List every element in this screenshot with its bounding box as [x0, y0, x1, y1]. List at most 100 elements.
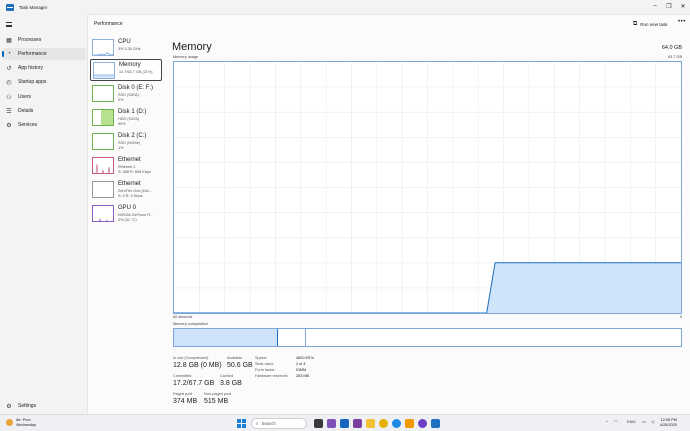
in-use-label: In use (Compressed) [173, 356, 209, 360]
device-throughput: S: 0 R: 0 Kbps [118, 194, 143, 198]
zerotier-thumbnail-graph [92, 181, 114, 198]
device-usage: 99% [118, 122, 126, 126]
device-usage: 0% [118, 98, 124, 102]
device-cpu[interactable]: CPU 3% 3.30 GHz [90, 37, 162, 59]
minimize-button[interactable]: – [648, 0, 662, 12]
device-name: GPU 0 [118, 205, 137, 211]
memory-thumbnail-graph [93, 62, 115, 79]
volume-icon[interactable]: ◁ [651, 419, 654, 424]
committed-value: 17.2/67.7 GB [173, 380, 215, 387]
device-disk-0[interactable]: Disk 0 (E: F:) SSD (SATA) 0% [90, 83, 162, 105]
cached-value: 3.8 GB [220, 380, 242, 387]
taskbar-clock[interactable]: 12:05 PM 4/28/2025 [660, 418, 677, 428]
device-usage: 1% [118, 146, 124, 150]
file-explorer-icon[interactable] [366, 419, 375, 428]
device-detail: SSD (SATA) [118, 93, 139, 97]
maximize-button[interactable]: ❐ [662, 0, 676, 12]
device-name: Disk 0 (E: F:) [118, 85, 154, 91]
taskbar: Air: Poor Wednesday ⌕ Search ^ ◠ ENG ▭ ◁… [0, 414, 690, 431]
startup-speedometer-icon: ◴ [6, 79, 12, 86]
app-icon[interactable] [418, 419, 427, 428]
input-language[interactable]: ENG [627, 419, 636, 424]
task-view-icon[interactable] [314, 419, 323, 428]
device-disk-2[interactable]: Disk 2 (C:) SSD (NVMe) 1% [90, 131, 162, 153]
nav-item-label: Services [18, 122, 38, 128]
nav-item-users[interactable]: ⚇ Users [2, 91, 86, 103]
nav-item-app-history[interactable]: ↺ App history [2, 62, 86, 74]
cached-label: Cached [220, 374, 234, 378]
app-icon[interactable] [405, 419, 414, 428]
composition-in-use [174, 329, 278, 346]
spec-value: 4800 MT/s [296, 356, 314, 360]
spec-value: 283 MB [296, 374, 310, 378]
performance-chart-icon: ◔ [7, 51, 11, 57]
start-button-windows-icon[interactable] [237, 419, 246, 428]
memory-composition-bar [173, 328, 682, 347]
users-icon: ⚇ [6, 94, 12, 101]
available-value: 50.6 GB [227, 362, 253, 369]
device-memory[interactable]: Memory 12.7/63.7 GB (21%) [90, 59, 162, 81]
nav-item-settings[interactable]: ⚙ Settings [2, 400, 86, 412]
ethernet-thumbnail-graph [92, 157, 114, 174]
memory-composition-label: Memory composition [173, 322, 209, 326]
nav-item-label: Settings [18, 403, 37, 409]
app-icon[interactable] [340, 419, 349, 428]
nav-item-label: Details [18, 108, 34, 114]
nav-item-label: App history [18, 65, 44, 71]
nav-item-performance[interactable]: ◔ Performance [2, 48, 86, 60]
committed-label: Committed [173, 374, 192, 378]
device-ethernet-2[interactable]: Ethernet Ethernet 2 S: 368 R: 608 Kbps [90, 155, 162, 177]
close-button[interactable]: ✕ [676, 0, 690, 12]
nav-item-label: Startup apps [18, 79, 47, 85]
performance-panel: Performance ⧉ Run new task ••• CPU 3% 3.… [87, 14, 690, 414]
sidebar: ▦ Processes ◔ Performance ↺ App history … [0, 14, 87, 414]
weather-day: Wednesday [16, 422, 36, 427]
more-options-button[interactable]: ••• [678, 19, 686, 25]
device-detail: Ethernet 2 [118, 165, 136, 169]
run-new-task-button[interactable]: ⧉ Run new task [633, 21, 668, 28]
services-gear-icon: ⚙ [6, 122, 12, 129]
nav-item-label: Users [18, 94, 32, 100]
chrome-icon[interactable] [379, 419, 388, 428]
available-label: Available [227, 356, 243, 360]
device-name: Disk 2 (C:) [118, 133, 147, 139]
disk-1-thumbnail-graph [92, 109, 114, 126]
run-task-icon: ⧉ [633, 21, 638, 27]
spec-value: 2 of 4 [296, 362, 306, 366]
teams-app-icon[interactable] [327, 419, 336, 428]
network-icon[interactable]: ▭ [642, 419, 646, 424]
task-manager-taskbar-icon[interactable] [431, 419, 440, 428]
nav-item-details[interactable]: ☰ Details [2, 105, 86, 117]
device-detail: HDD (SATA) [118, 117, 140, 121]
history-clock-icon: ↺ [6, 65, 12, 72]
device-disk-1[interactable]: Disk 1 (D:) HDD (SATA) 99% [90, 107, 162, 129]
device-detail: 3% 3.30 GHz [118, 47, 141, 51]
tray-overflow-chevron-icon[interactable]: ^ [606, 419, 608, 424]
device-ethernet-zerotier[interactable]: Ethernet ZeroTier One [43e... S: 0 R: 0 … [90, 179, 162, 201]
nav-item-services[interactable]: ⚙ Services [2, 119, 86, 131]
weather-widget[interactable]: Air: Poor Wednesday [6, 418, 36, 427]
title-bar: Task Manager – ❐ ✕ [0, 0, 690, 14]
device-detail: SSD (NVMe) [118, 141, 140, 145]
hamburger-menu-icon[interactable] [6, 22, 12, 27]
composition-modified [278, 329, 306, 346]
app-icon[interactable] [353, 419, 362, 428]
taskbar-search-box[interactable]: ⌕ Search [251, 418, 307, 429]
device-name: Ethernet [118, 157, 141, 163]
edge-icon[interactable] [392, 419, 401, 428]
wifi-icon[interactable]: ◠ [614, 419, 618, 424]
nav-item-startup-apps[interactable]: ◴ Startup apps [2, 76, 86, 88]
nav-item-processes[interactable]: ▦ Processes [2, 34, 86, 46]
device-gpu-0[interactable]: GPU 0 NVIDIA GeForce R... 2% (31 °C) [90, 203, 162, 225]
spec-key: Form factor: [255, 368, 276, 372]
non-paged-pool-value: 515 MB [204, 398, 229, 405]
device-name: Memory [119, 62, 141, 68]
memory-title: Memory [172, 41, 212, 53]
disk-2-thumbnail-graph [92, 133, 114, 150]
weather-icon [6, 419, 13, 426]
search-placeholder: Search [261, 421, 276, 426]
device-usage: 2% (31 °C) [118, 218, 137, 222]
spec-key: Slots used: [255, 362, 274, 366]
search-icon: ⌕ [256, 421, 259, 426]
cpu-thumbnail-graph [92, 39, 114, 56]
